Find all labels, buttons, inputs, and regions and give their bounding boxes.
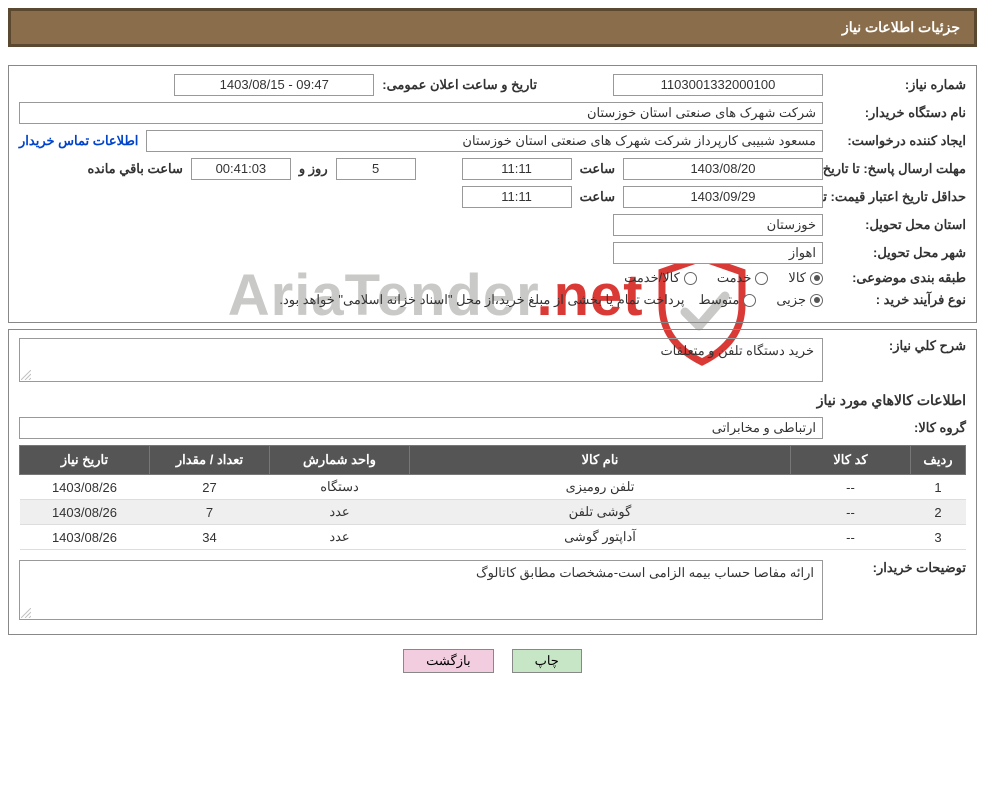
- table-row: 2 -- گوشی تلفن عدد 7 1403/08/26: [20, 500, 966, 525]
- resize-handle-icon[interactable]: [21, 608, 31, 618]
- radio-both[interactable]: کالا/خدمت: [624, 270, 697, 286]
- radio-dot-icon: [684, 272, 697, 285]
- radio-medium-label: متوسط: [698, 292, 739, 308]
- process-note: پرداخت تمام یا بخشی از مبلغ خرید،از محل …: [279, 292, 684, 308]
- requester-value: مسعود شبیبی کارپرداز شرکت شهرک های صنعتی…: [146, 130, 823, 152]
- radio-dot-icon: [810, 294, 823, 307]
- radio-service-label: خدمت: [717, 270, 752, 286]
- radio-dot-icon: [755, 272, 768, 285]
- delivery-province-value: خوزستان: [613, 214, 823, 236]
- print-button[interactable]: چاپ: [512, 649, 582, 673]
- deadline-date: 1403/08/20: [623, 158, 823, 180]
- buyer-notes-text: ارائه مفاصا حساب بیمه الزامی است-مشخصات …: [19, 560, 823, 620]
- validity-date: 1403/09/29: [623, 186, 823, 208]
- goods-section-title: اطلاعات کالاهاي مورد نياز: [19, 392, 966, 409]
- col-code: کد کالا: [791, 446, 911, 475]
- buyer-org-value: شرکت شهرک های صنعتی استان خوزستان: [19, 102, 823, 124]
- radio-medium[interactable]: متوسط: [698, 292, 756, 308]
- deadline-remain-label: ساعت باقي مانده: [87, 161, 182, 177]
- radio-partial[interactable]: جزیی: [776, 292, 823, 308]
- deadline-days-label: روز و: [299, 161, 328, 177]
- col-name: نام کالا: [410, 446, 791, 475]
- radio-goods-label: کالا: [788, 270, 806, 286]
- col-qty: تعداد / مقدار: [150, 446, 270, 475]
- deadline-time-label: ساعت: [580, 161, 615, 177]
- main-info-panel: شماره نیاز: 1103001332000100 تاریخ و ساع…: [8, 65, 977, 323]
- buyer-org-label: نام دستگاه خریدار:: [831, 105, 966, 121]
- col-row: ردیف: [911, 446, 966, 475]
- page-title: جزئیات اطلاعات نیاز: [8, 8, 977, 47]
- process-label: نوع فرآیند خرید :: [831, 292, 966, 308]
- table-row: 3 -- آداپتور گوشی عدد 34 1403/08/26: [20, 525, 966, 550]
- buyer-notes-label: توضيحات خریدار:: [831, 560, 966, 576]
- radio-partial-label: جزیی: [776, 292, 806, 308]
- deadline-days: 5: [336, 158, 416, 180]
- delivery-province-label: استان محل تحویل:: [831, 217, 966, 233]
- requester-label: ایجاد کننده درخواست:: [831, 133, 966, 149]
- announce-label: تاریخ و ساعت اعلان عمومی:: [382, 77, 537, 93]
- deadline-time: 11:11: [462, 158, 572, 180]
- validity-time-label: ساعت: [580, 189, 615, 205]
- need-number-value: 1103001332000100: [613, 74, 823, 96]
- validity-label: حداقل تاریخ اعتبار قیمت: تا تاریخ:: [831, 189, 966, 206]
- deadline-countdown: 00:41:03: [191, 158, 291, 180]
- summary-label: شرح کلي نياز:: [831, 338, 966, 354]
- announce-value: 1403/08/15 - 09:47: [174, 74, 374, 96]
- validity-time: 11:11: [462, 186, 572, 208]
- group-label: گروه کالا:: [831, 420, 966, 436]
- back-button[interactable]: بازگشت: [403, 649, 493, 673]
- goods-table: ردیف کد کالا نام کالا واحد شمارش تعداد /…: [19, 445, 966, 550]
- group-value: ارتباطی و مخابراتی: [19, 417, 823, 439]
- classification-label: طبقه بندی موضوعی:: [831, 270, 966, 286]
- radio-goods[interactable]: کالا: [788, 270, 823, 286]
- resize-handle-icon[interactable]: [21, 370, 31, 380]
- radio-dot-icon: [810, 272, 823, 285]
- buyer-contact-link[interactable]: اطلاعات تماس خریدار: [19, 133, 138, 149]
- need-number-label: شماره نیاز:: [831, 77, 966, 93]
- col-unit: واحد شمارش: [270, 446, 410, 475]
- radio-both-label: کالا/خدمت: [624, 270, 680, 286]
- radio-dot-icon: [743, 294, 756, 307]
- details-panel: شرح کلي نياز: خرید دستگاه تلفن و متعلقات…: [8, 329, 977, 635]
- deadline-label: مهلت ارسال پاسخ: تا تاریخ:: [831, 161, 966, 178]
- delivery-city-label: شهر محل تحویل:: [831, 245, 966, 261]
- col-date: تاریخ نیاز: [20, 446, 150, 475]
- radio-service[interactable]: خدمت: [717, 270, 769, 286]
- delivery-city-value: اهواز: [613, 242, 823, 264]
- table-row: 1 -- تلفن رومیزی دستگاه 27 1403/08/26: [20, 475, 966, 500]
- summary-text: خرید دستگاه تلفن و متعلقات: [19, 338, 823, 382]
